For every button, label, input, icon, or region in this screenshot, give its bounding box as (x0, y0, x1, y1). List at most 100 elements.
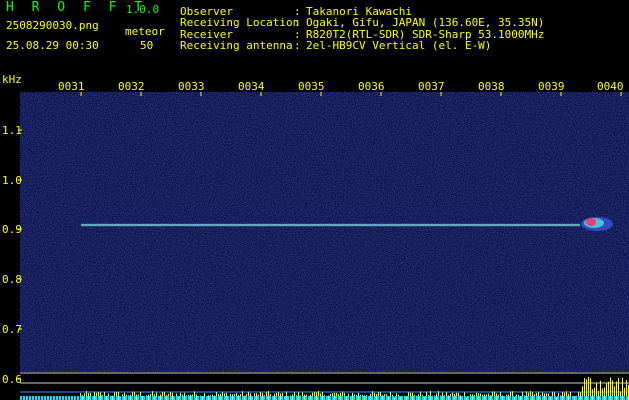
level-bar (322, 391, 323, 400)
baseline-bar (464, 396, 466, 400)
baseline-bar (257, 396, 259, 400)
baseline-bar (368, 396, 370, 400)
baseline-bar (215, 396, 217, 400)
level-bar (328, 395, 329, 400)
level-bar (352, 392, 353, 400)
level-bar (376, 393, 377, 400)
level-bar (82, 395, 83, 400)
level-bar (232, 394, 233, 400)
level-bar (574, 396, 575, 400)
level-bar (94, 391, 95, 400)
level-bar (442, 392, 443, 400)
baseline-bar (419, 396, 421, 400)
level-bar (502, 395, 503, 400)
baseline-bar (53, 396, 55, 400)
freq-label: 1.1 (2, 124, 22, 137)
baseline-bar (32, 396, 34, 400)
baseline-bar (554, 396, 556, 400)
baseline-bar (41, 396, 43, 400)
baseline-bar (449, 396, 451, 400)
level-bar (184, 392, 185, 400)
level-bar (172, 392, 173, 400)
baseline-bar (362, 396, 364, 400)
baseline-bar (188, 396, 190, 400)
baseline-bar (485, 396, 487, 400)
baseline-bar (401, 396, 403, 400)
level-bar (412, 392, 413, 400)
time-label: 0038 (478, 80, 505, 93)
baseline-bar (107, 396, 109, 400)
level-bar (160, 394, 161, 400)
level-bar (280, 393, 281, 400)
baseline-bar (47, 396, 49, 400)
baseline-bar (320, 396, 322, 400)
baseline-bar (218, 396, 220, 400)
level-bar (364, 395, 365, 400)
level-bar (448, 395, 449, 400)
baseline-bar (542, 396, 544, 400)
level-bar (382, 395, 383, 400)
level-bar (244, 395, 245, 400)
level-bar (388, 396, 389, 400)
baseline-bar (56, 396, 58, 400)
baseline-bar (512, 396, 514, 400)
level-bar (616, 381, 617, 400)
baseline-bar (212, 396, 214, 400)
baseline-bar (467, 396, 469, 400)
freq-label: 0.8 (2, 273, 22, 286)
level-bar (166, 395, 167, 400)
baseline-bar (140, 396, 142, 400)
baseline-bar (176, 396, 178, 400)
baseline-bar (239, 396, 241, 400)
level-bar (208, 395, 209, 400)
baseline-bar (149, 396, 151, 400)
freq-label: 1.0 (2, 174, 22, 187)
info-row-antenna: Receiving antenna: 2el-HB9CV Vertical (el… (180, 39, 492, 52)
baseline-bar (131, 396, 133, 400)
baseline-bar (155, 396, 157, 400)
level-bar (196, 394, 197, 400)
level-bar (472, 394, 473, 400)
level-bar (454, 393, 455, 400)
baseline-bar (473, 396, 475, 400)
baseline-bar (503, 396, 505, 400)
meteor-echo (581, 217, 613, 231)
level-bar (346, 396, 347, 400)
level-bar (310, 395, 311, 400)
baseline-bar (425, 396, 427, 400)
level-bar (256, 393, 257, 400)
level-bar (250, 393, 251, 400)
baseline-bar (605, 396, 607, 400)
baseline-bar (68, 396, 70, 400)
baseline-bar (338, 396, 340, 400)
baseline-bar (377, 396, 379, 400)
baseline-bar (251, 396, 253, 400)
level-bar (406, 396, 407, 400)
baseline-bar (479, 396, 481, 400)
baseline-bar (590, 396, 592, 400)
baseline-bar (527, 396, 529, 400)
baseline-bar (143, 396, 145, 400)
baseline-bar (98, 396, 100, 400)
datetime: 25.08.29 00:30 (6, 39, 99, 52)
baseline-bar (23, 396, 25, 400)
baseline-bar (533, 396, 535, 400)
baseline-bar (461, 396, 463, 400)
baseline-bar (608, 396, 610, 400)
baseline-bar (197, 396, 199, 400)
baseline-bar (506, 396, 508, 400)
baseline-bar (29, 396, 31, 400)
baseline-bar (137, 396, 139, 400)
baseline-bar (380, 396, 382, 400)
level-bar (298, 391, 299, 400)
baseline-bar (146, 396, 148, 400)
level-bar (490, 395, 491, 400)
baseline-bar (281, 396, 283, 400)
info-label: Receiving Location (180, 16, 300, 29)
baseline-bar (245, 396, 247, 400)
baseline-bar (593, 396, 595, 400)
baseline-bar (314, 396, 316, 400)
baseline-bar (20, 396, 22, 400)
level-bar (598, 390, 599, 400)
baseline-bar (626, 396, 628, 400)
